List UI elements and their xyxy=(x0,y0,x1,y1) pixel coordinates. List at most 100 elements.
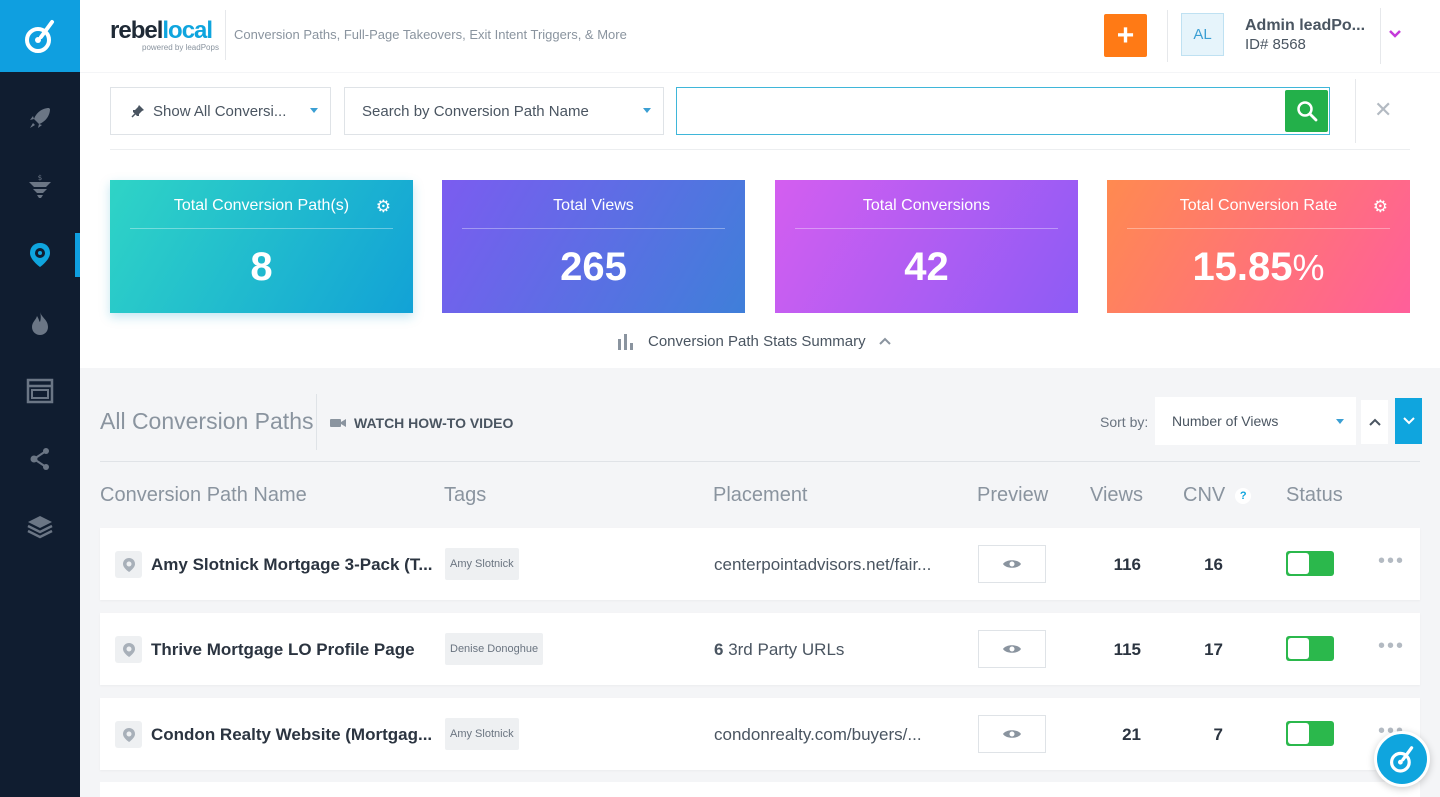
column-header-name[interactable]: Conversion Path Name xyxy=(100,484,307,507)
divider xyxy=(110,149,1410,150)
divider xyxy=(1127,228,1390,229)
path-name[interactable]: Condon Realty Website (Mortgag... xyxy=(151,725,432,745)
gear-icon[interactable]: ⚙ xyxy=(376,197,391,217)
column-header-cnv[interactable]: CNV? xyxy=(1183,484,1252,507)
cnv-label: CNV xyxy=(1183,484,1226,506)
sidebar-item-pages[interactable] xyxy=(0,369,80,413)
status-toggle[interactable] xyxy=(1286,721,1334,746)
search-button[interactable] xyxy=(1285,90,1328,132)
sidebar-item-hot[interactable] xyxy=(0,301,80,345)
preview-button[interactable] xyxy=(978,630,1046,668)
stat-value: 42 xyxy=(904,245,949,289)
more-options-icon[interactable]: ••• xyxy=(1378,550,1405,573)
stats-panel: Show All Conversi... Search by Conversio… xyxy=(80,73,1440,368)
brand-name-accent: local xyxy=(162,17,213,44)
cnv-count: 16 xyxy=(1204,555,1223,574)
preview-button[interactable] xyxy=(978,715,1046,753)
app-tagline: Conversion Paths, Full-Page Takeovers, E… xyxy=(234,27,627,42)
stat-card-conversion-rate: Total Conversion Rate ⚙ 15.85% xyxy=(1107,180,1410,313)
placement-link[interactable]: condonrealty.com/buyers/... xyxy=(714,725,922,745)
stat-value: 8 xyxy=(250,245,273,289)
placement-text: 3rd Party URLs xyxy=(723,640,845,659)
help-chat-button[interactable] xyxy=(1374,731,1430,787)
path-name[interactable]: Thrive Mortgage LO Profile Page xyxy=(151,640,415,660)
user-name[interactable]: Admin leadPo... xyxy=(1245,17,1365,35)
toggle-knob xyxy=(1288,723,1309,744)
share-network-icon xyxy=(30,448,49,470)
table-row[interactable] xyxy=(100,782,1420,797)
path-name[interactable]: Amy Slotnick Mortgage 3-Pack (T... xyxy=(151,555,433,575)
sidebar-item-conversion-paths[interactable] xyxy=(0,233,80,277)
bar-chart-icon xyxy=(618,334,633,350)
eye-icon xyxy=(1003,560,1021,568)
brand-logo[interactable]: rebellocal powered by leadPops xyxy=(110,17,219,52)
svg-text:$: $ xyxy=(38,174,42,182)
sidebar-item-funnels[interactable]: $ xyxy=(0,165,80,209)
sidebar-item-resources[interactable] xyxy=(0,505,80,549)
sidebar-item-integrations[interactable] xyxy=(0,437,80,481)
sidebar: $ xyxy=(0,0,80,797)
chevron-down-icon xyxy=(1402,417,1415,425)
flame-icon xyxy=(32,312,48,335)
cnv-count: 17 xyxy=(1204,640,1223,659)
tag-chip[interactable]: Amy Slotnick xyxy=(445,548,519,580)
browser-window-icon xyxy=(26,378,54,404)
divider xyxy=(462,228,725,229)
table-row[interactable]: Amy Slotnick Mortgage 3-Pack (T... Amy S… xyxy=(100,528,1420,600)
status-toggle[interactable] xyxy=(1286,551,1334,576)
tag-chip[interactable]: Denise Donoghue xyxy=(445,633,544,665)
search-input[interactable] xyxy=(677,88,1277,132)
divider xyxy=(1355,79,1356,143)
chevron-down-icon[interactable] xyxy=(1388,24,1402,44)
stats-summary-toggle[interactable]: Conversion Path Stats Summary xyxy=(616,331,892,351)
layers-icon xyxy=(27,516,53,539)
divider xyxy=(316,394,317,450)
watch-video-link[interactable]: WATCH HOW-TO VIDEO xyxy=(330,415,513,431)
funnel-icon: $ xyxy=(29,174,51,198)
caret-down-icon xyxy=(1336,419,1344,424)
watch-video-label: WATCH HOW-TO VIDEO xyxy=(354,415,514,431)
divider xyxy=(225,10,226,60)
stat-title: Total Conversion Path(s) xyxy=(173,197,350,214)
conversion-path-icon xyxy=(115,551,142,578)
placement-link[interactable]: centerpointadvisors.net/fair... xyxy=(714,555,931,575)
more-options-icon[interactable]: ••• xyxy=(1378,635,1405,658)
sidebar-item-launch[interactable] xyxy=(0,96,80,140)
column-header-tags: Tags xyxy=(444,484,487,506)
column-header-preview: Preview xyxy=(977,484,1049,506)
divider xyxy=(130,228,393,229)
placement-text: centerpointadvisors.net/fair... xyxy=(714,555,932,574)
preview-button[interactable] xyxy=(978,545,1046,583)
sort-ascending-button[interactable] xyxy=(1361,400,1388,444)
stat-card-total-views: Total Views 265 xyxy=(442,180,745,313)
user-avatar[interactable]: AL xyxy=(1181,13,1224,56)
search-by-dropdown[interactable]: Search by Conversion Path Name xyxy=(344,87,664,135)
cnv-count: 7 xyxy=(1213,725,1223,744)
divider xyxy=(1380,8,1381,64)
table-row[interactable]: Thrive Mortgage LO Profile Page Denise D… xyxy=(100,613,1420,685)
column-header-views[interactable]: Views xyxy=(1090,484,1143,507)
help-icon[interactable]: ? xyxy=(1235,487,1252,504)
gear-icon[interactable]: ⚙ xyxy=(1373,197,1388,217)
caret-down-icon xyxy=(310,108,318,113)
conversion-path-icon xyxy=(115,721,142,748)
divider xyxy=(100,461,1420,462)
placement-link[interactable]: 6 3rd Party URLs xyxy=(714,640,844,660)
add-button[interactable]: + xyxy=(1104,14,1147,57)
tag-chip[interactable]: Amy Slotnick xyxy=(445,718,519,750)
views-count: 116 xyxy=(1113,555,1141,574)
close-icon[interactable]: ✕ xyxy=(1374,97,1392,123)
sort-by-label: Sort by: xyxy=(1100,414,1149,430)
app-logo[interactable] xyxy=(0,0,80,72)
column-header-placement: Placement xyxy=(713,484,808,506)
sort-select[interactable]: Number of Views xyxy=(1155,397,1356,445)
sort-descending-button[interactable] xyxy=(1395,398,1422,444)
section-title: All Conversion Paths xyxy=(100,408,314,434)
caret-down-icon xyxy=(643,108,651,113)
conversion-path-icon xyxy=(30,243,50,267)
views-count: 21 xyxy=(1122,725,1141,744)
top-header: rebellocal powered by leadPops Conversio… xyxy=(80,0,1440,72)
status-toggle[interactable] xyxy=(1286,636,1334,661)
show-all-dropdown[interactable]: Show All Conversi... xyxy=(110,87,331,135)
table-row[interactable]: Condon Realty Website (Mortgag... Amy Sl… xyxy=(100,698,1420,770)
